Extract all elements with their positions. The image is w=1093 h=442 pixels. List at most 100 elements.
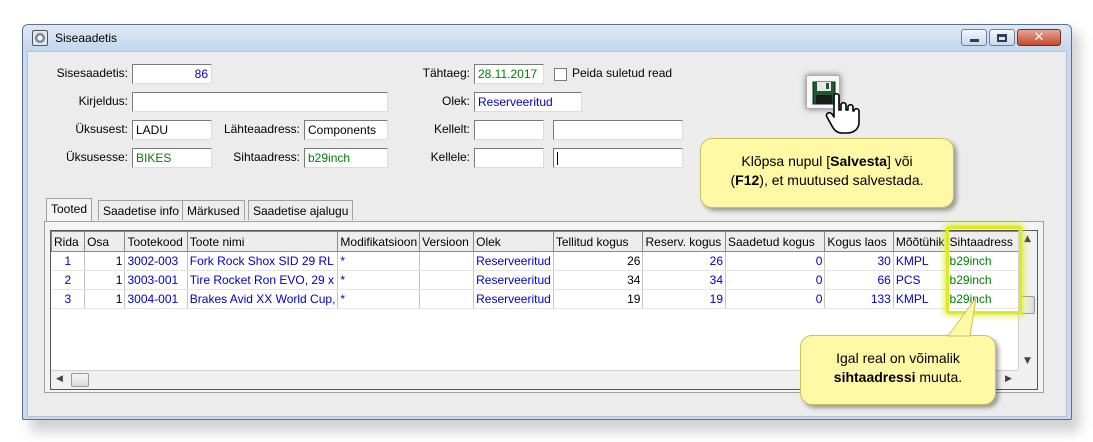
scroll-up-icon[interactable]: ▲ — [1024, 234, 1031, 244]
save-callout-bold-1: Salvesta — [830, 153, 887, 169]
cell-toote-nimi[interactable]: Fork Rock Shox SID 29 RL — [187, 251, 339, 271]
maximize-button[interactable] — [989, 29, 1015, 46]
cell-toote-nimi[interactable]: Brakes Avid XX World Cup, — [187, 289, 339, 309]
address-callout-text: Igal real on võimalik sihtaadressi muuta… — [801, 336, 995, 387]
col-modifikatsioon[interactable]: Modifikatsioon — [337, 231, 421, 252]
save-callout-bold-2: F12 — [735, 172, 760, 188]
cell-laos[interactable]: 66 — [824, 270, 894, 290]
cell-rida[interactable]: 2 — [51, 270, 86, 290]
title-bar[interactable]: Siseaadetis ✕ — [23, 25, 1071, 51]
table-row[interactable]: 3 1 3004-001 Brakes Avid XX World Cup, *… — [51, 289, 1019, 309]
maximize-icon — [997, 33, 1007, 42]
sisesaadetis-field[interactable]: 86 — [132, 64, 212, 84]
cell-saadetud[interactable]: 0 — [725, 289, 826, 309]
col-osa[interactable]: Osa — [84, 231, 126, 252]
cell-saadetud[interactable]: 0 — [725, 251, 826, 271]
cell-toote-nimi[interactable]: Tire Rocket Ron EVO, 29 x — [187, 270, 339, 290]
kellele-field-1[interactable] — [474, 148, 544, 168]
products-table: Rida Osa Tootekood Toote nimi Modifikats… — [51, 231, 1019, 309]
uksusest-label: Üksusest: — [75, 122, 128, 136]
minimize-button[interactable] — [961, 29, 987, 46]
cell-olek[interactable]: Reserveeritud — [473, 251, 554, 271]
close-button[interactable]: ✕ — [1017, 29, 1061, 46]
kellele-label: Kellele: — [430, 150, 470, 164]
olek-field[interactable]: Reserveeritud — [474, 92, 582, 112]
scroll-right-icon[interactable]: ▶ — [1005, 374, 1012, 384]
horizontal-scroll-thumb[interactable] — [71, 373, 89, 387]
table-header-row: Rida Osa Tootekood Toote nimi Modifikats… — [51, 231, 1019, 252]
text-caret — [557, 152, 558, 166]
cell-tootekood[interactable]: 3004-001 — [124, 289, 188, 309]
peida-checkbox[interactable] — [554, 68, 567, 81]
col-saadetud-kogus[interactable]: Saadetud kogus — [724, 231, 826, 252]
kellelt-label: Kellelt: — [433, 122, 470, 136]
kellelt-field-2[interactable] — [553, 120, 683, 140]
tahtaeg-field[interactable]: 28.11.2017 — [474, 64, 544, 84]
vertical-scroll-thumb[interactable] — [1021, 296, 1035, 314]
tab-saadetise-info[interactable]: Saadetise info — [98, 200, 185, 220]
sisesaadetis-label: Sisesaadetis: — [56, 66, 128, 80]
save-callout-text: Klõpsa nupul [Salvesta] või (F12), et mu… — [701, 139, 953, 190]
cell-tellitud[interactable]: 19 — [553, 289, 644, 309]
peida-label: Peida suletud read — [572, 66, 673, 80]
cell-osa[interactable]: 1 — [84, 270, 126, 290]
cell-reserv[interactable]: 34 — [642, 270, 726, 290]
save-callout-text-4: ), et muutused salvestada. — [759, 172, 924, 188]
address-callout-bold: sihtaadressi — [833, 369, 916, 385]
table-row[interactable]: 2 1 3003-001 Tire Rocket Ron EVO, 29 x *… — [51, 270, 1019, 290]
cell-modifikatsioon[interactable]: * — [337, 251, 421, 271]
cell-versioon[interactable] — [419, 289, 475, 309]
tab-markused[interactable]: Märkused — [182, 200, 245, 220]
kirjeldus-field[interactable] — [132, 92, 388, 112]
cell-reserv[interactable]: 19 — [642, 289, 726, 309]
col-versioon[interactable]: Versioon — [419, 231, 475, 252]
close-icon: ✕ — [1033, 30, 1045, 45]
col-reserv-kogus[interactable]: Reserv. kogus — [642, 231, 726, 252]
scroll-down-icon[interactable]: ▼ — [1024, 356, 1031, 366]
cell-reserv[interactable]: 26 — [642, 251, 726, 271]
olek-label: Olek: — [441, 94, 470, 108]
cell-versioon[interactable] — [419, 251, 475, 271]
address-callout-text-2: muuta. — [915, 369, 963, 385]
col-olek[interactable]: Olek — [473, 231, 554, 252]
col-mootuhik[interactable]: Mõõtühik — [892, 231, 948, 252]
kellelt-field-1[interactable] — [474, 120, 544, 140]
col-rida[interactable]: Rida — [51, 231, 86, 252]
cell-modifikatsioon[interactable]: * — [337, 270, 421, 290]
cell-modifikatsioon[interactable]: * — [337, 289, 421, 309]
cell-osa[interactable]: 1 — [84, 251, 126, 271]
uksusesse-field[interactable]: BIKES — [132, 148, 212, 168]
lahteaadress-field[interactable]: Components — [304, 120, 388, 140]
col-tellitud-kogus[interactable]: Tellitud kogus — [552, 231, 644, 252]
sihtaadress-field[interactable]: b29inch — [304, 148, 388, 168]
cell-uhik[interactable]: KMPL — [893, 251, 948, 271]
col-toote-nimi[interactable]: Toote nimi — [186, 231, 339, 252]
tahtaeg-label: Tähtaeg: — [422, 66, 470, 80]
cell-tootekood[interactable]: 3002-003 — [124, 251, 188, 271]
cell-uhik[interactable]: PCS — [893, 270, 948, 290]
tab-tooted[interactable]: Tooted — [46, 198, 93, 221]
col-tootekood[interactable]: Tootekood — [124, 231, 188, 252]
col-kogus-laos[interactable]: Kogus laos — [824, 231, 894, 252]
kellele-field-2[interactable] — [553, 148, 683, 168]
cell-laos[interactable]: 133 — [824, 289, 894, 309]
uksusest-field[interactable]: LADU — [132, 120, 212, 140]
table-row[interactable]: 1 1 3002-003 Fork Rock Shox SID 29 RL * … — [51, 251, 1019, 271]
scroll-corner — [1018, 370, 1037, 389]
cell-olek[interactable]: Reserveeritud — [473, 270, 554, 290]
scroll-left-icon[interactable]: ◀ — [56, 374, 63, 384]
sihtaadress-label: Sihtaadress: — [233, 150, 300, 164]
cell-rida[interactable]: 1 — [51, 251, 86, 271]
tab-saadetise-ajalugu[interactable]: Saadetise ajalugu — [248, 200, 354, 220]
cell-saadetud[interactable]: 0 — [725, 270, 826, 290]
cell-laos[interactable]: 30 — [824, 251, 894, 271]
lahteaadress-label: Lähteaadress: — [223, 122, 300, 136]
cell-versioon[interactable] — [419, 270, 475, 290]
cell-tootekood[interactable]: 3003-001 — [124, 270, 188, 290]
save-callout: Klõpsa nupul [Salvesta] või (F12), et mu… — [700, 138, 954, 208]
cell-tellitud[interactable]: 34 — [553, 270, 644, 290]
cell-rida[interactable]: 3 — [51, 289, 86, 309]
cell-osa[interactable]: 1 — [84, 289, 126, 309]
cell-olek[interactable]: Reserveeritud — [473, 289, 554, 309]
cell-tellitud[interactable]: 26 — [553, 251, 644, 271]
